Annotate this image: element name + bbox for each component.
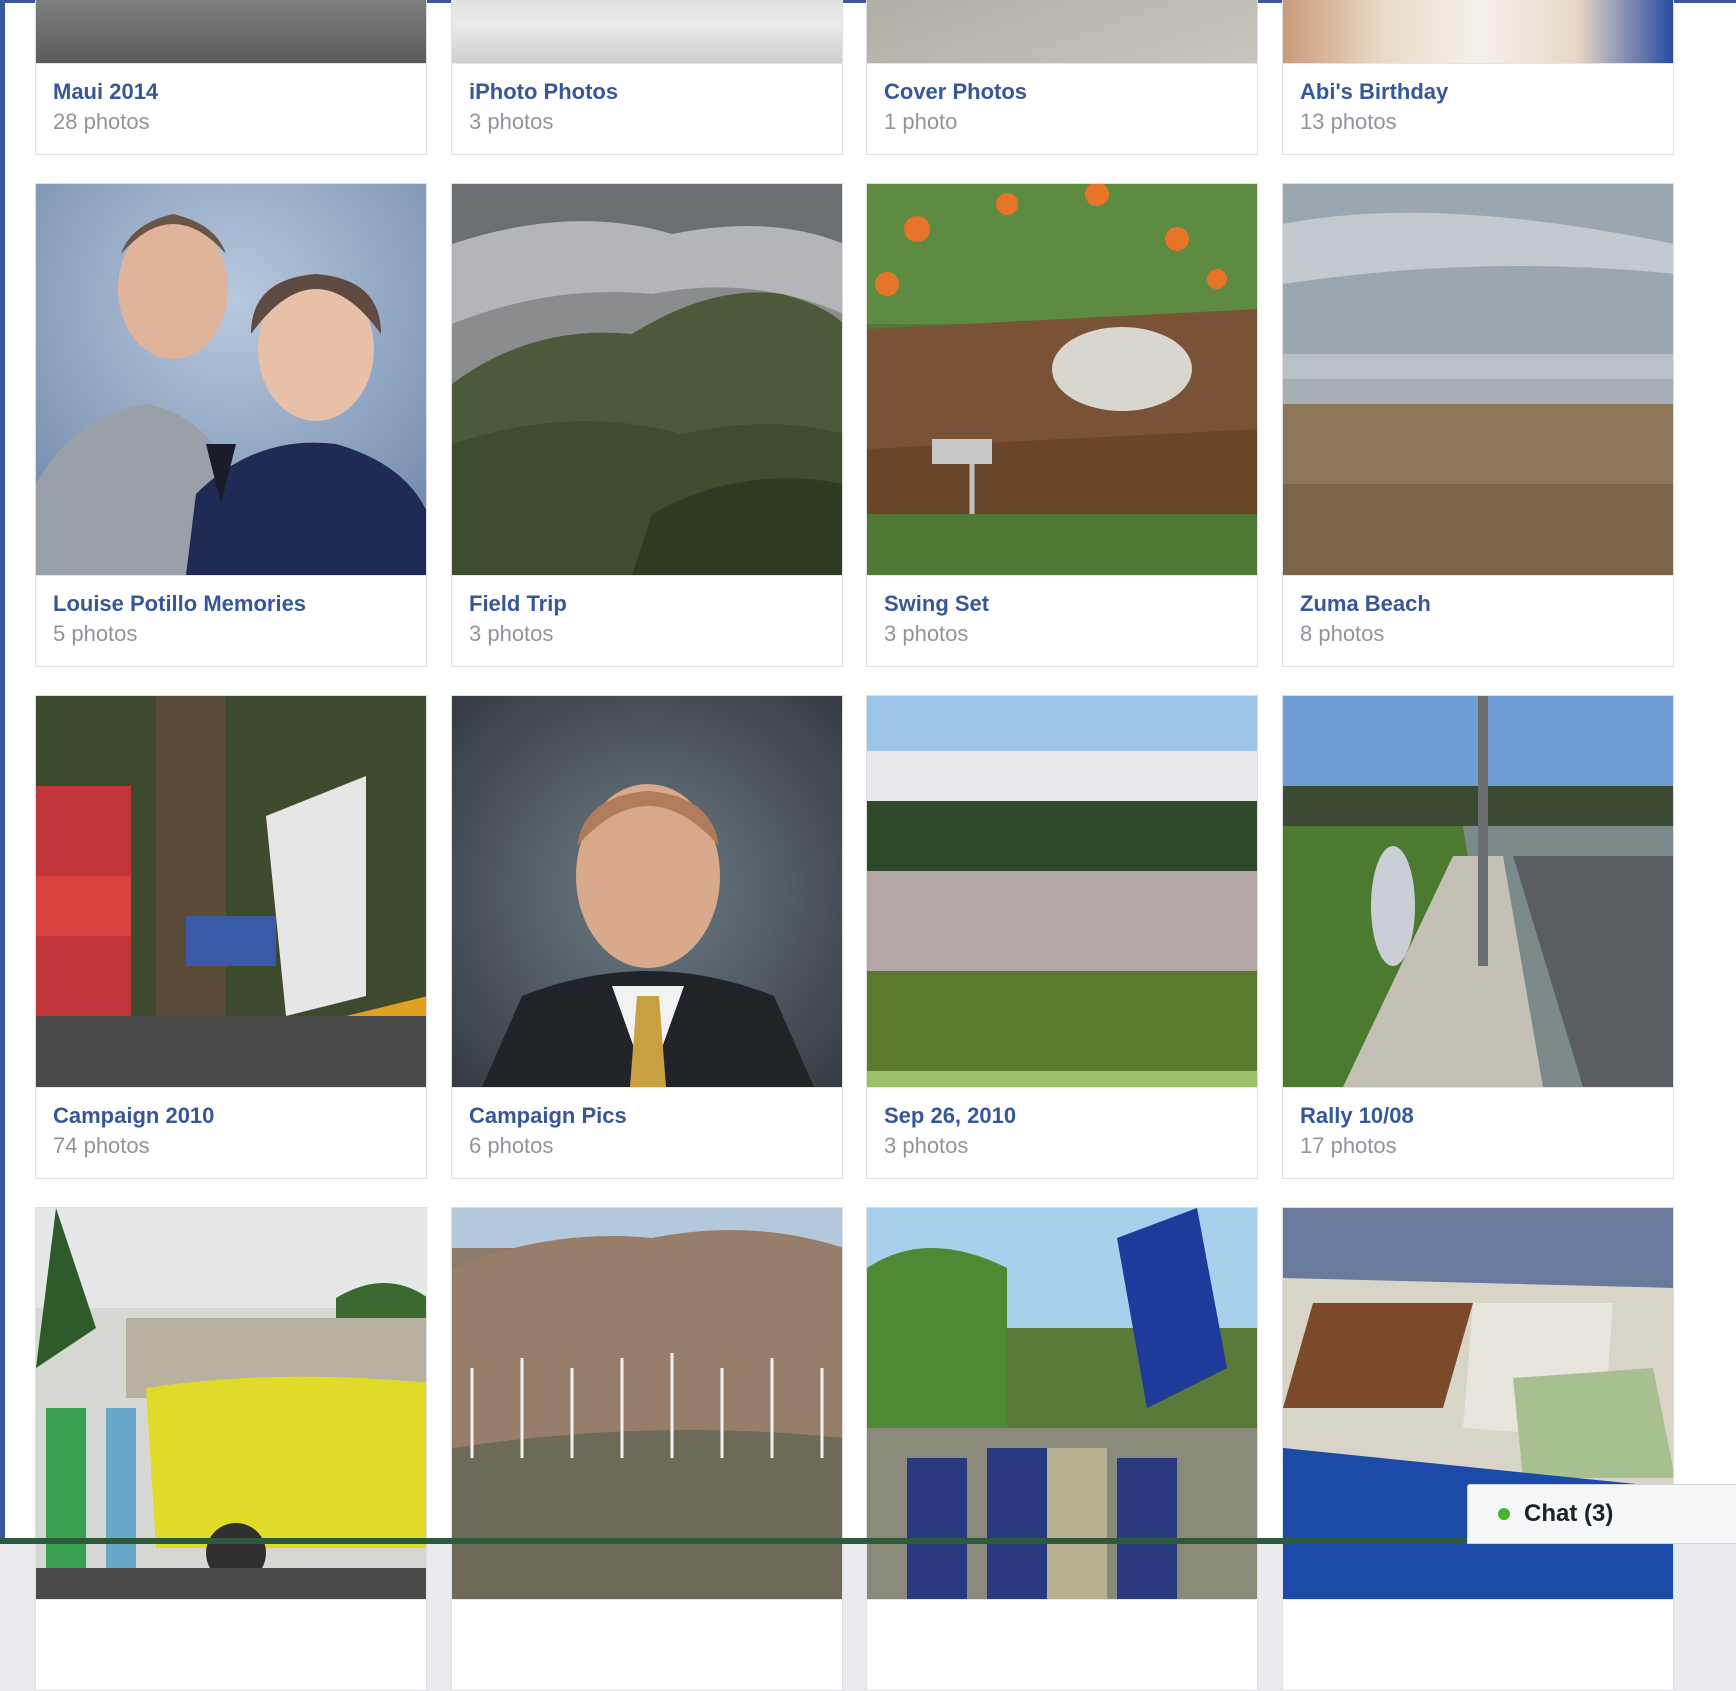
album-card[interactable]: Rally 10/08 17 photos [1282, 695, 1674, 1179]
chat-label: Chat (3) [1524, 1500, 1614, 1527]
album-photo-count: 8 photos [1300, 621, 1385, 646]
album-caption: Cover Photos 1 photo [867, 63, 1257, 154]
album-card[interactable]: Sep 26, 2010 3 photos [866, 695, 1258, 1179]
album-photo-count: 3 photos [884, 621, 969, 646]
album-title[interactable]: Campaign 2010 [53, 1101, 409, 1131]
album-card[interactable]: Zuma Beach 8 photos [1282, 183, 1674, 667]
album-card[interactable]: Campaign Pics 6 photos [451, 695, 843, 1179]
album-card[interactable]: Cover Photos 1 photo [866, 0, 1258, 155]
album-caption: Field Trip 3 photos [452, 575, 842, 666]
album-caption: Abi's Birthday 13 photos [1283, 63, 1673, 154]
album-title[interactable]: Zuma Beach [1300, 589, 1656, 619]
album-photo-count: 17 photos [1300, 1133, 1397, 1158]
album-thumbnail[interactable] [36, 184, 426, 575]
album-card[interactable] [1282, 1207, 1674, 1691]
album-card[interactable]: Swing Set 3 photos [866, 183, 1258, 667]
album-title[interactable]: Cover Photos [884, 77, 1240, 107]
album-caption: Campaign 2010 74 photos [36, 1087, 426, 1178]
album-thumbnail[interactable] [452, 696, 842, 1087]
album-photo-count: 6 photos [469, 1133, 554, 1158]
album-caption: Sep 26, 2010 3 photos [867, 1087, 1257, 1178]
album-card[interactable]: iPhoto Photos 3 photos [451, 0, 843, 155]
album-title[interactable]: Campaign Pics [469, 1101, 825, 1131]
album-photo-count: 3 photos [469, 109, 554, 134]
album-caption: Louise Potillo Memories 5 photos [36, 575, 426, 666]
album-caption [452, 1599, 842, 1690]
chat-button[interactable]: Chat (3) [1467, 1484, 1736, 1544]
album-title[interactable]: Rally 10/08 [1300, 1101, 1656, 1131]
album-title[interactable]: Field Trip [469, 589, 825, 619]
album-card[interactable] [35, 1207, 427, 1691]
album-title[interactable]: Swing Set [884, 589, 1240, 619]
album-thumbnail[interactable] [867, 0, 1257, 63]
album-thumbnail[interactable] [867, 696, 1257, 1087]
album-thumbnail[interactable] [452, 184, 842, 575]
album-title[interactable]: Louise Potillo Memories [53, 589, 409, 619]
album-caption: Zuma Beach 8 photos [1283, 575, 1673, 666]
album-caption [36, 1599, 426, 1690]
album-caption [1283, 1599, 1673, 1690]
album-card[interactable]: Maui 2014 28 photos [35, 0, 427, 155]
album-photo-count: 3 photos [469, 621, 554, 646]
online-status-icon [1498, 1508, 1510, 1520]
album-title[interactable]: Maui 2014 [53, 77, 409, 107]
album-thumbnail[interactable] [1283, 184, 1673, 575]
album-thumbnail[interactable] [1283, 0, 1673, 63]
album-title[interactable]: iPhoto Photos [469, 77, 825, 107]
album-title[interactable]: Abi's Birthday [1300, 77, 1656, 107]
album-photo-count: 28 photos [53, 109, 150, 134]
album-card[interactable] [866, 1207, 1258, 1691]
album-title[interactable]: Sep 26, 2010 [884, 1101, 1240, 1131]
album-card[interactable]: Campaign 2010 74 photos [35, 695, 427, 1179]
album-caption: iPhoto Photos 3 photos [452, 63, 842, 154]
album-caption: Maui 2014 28 photos [36, 63, 426, 154]
album-card[interactable] [451, 1207, 843, 1691]
album-photo-count: 1 photo [884, 109, 958, 134]
album-photo-count: 13 photos [1300, 109, 1397, 134]
album-caption [867, 1599, 1257, 1690]
album-card[interactable]: Abi's Birthday 13 photos [1282, 0, 1674, 155]
album-grid: Maui 2014 28 photos iPhoto Photos 3 phot… [0, 0, 1736, 1691]
album-photo-count: 74 photos [53, 1133, 150, 1158]
album-photo-count: 5 photos [53, 621, 138, 646]
album-thumbnail[interactable] [36, 0, 426, 63]
album-caption: Campaign Pics 6 photos [452, 1087, 842, 1178]
album-photo-count: 3 photos [884, 1133, 969, 1158]
album-thumbnail[interactable] [36, 696, 426, 1087]
album-card[interactable]: Louise Potillo Memories 5 photos [35, 183, 427, 667]
album-caption: Rally 10/08 17 photos [1283, 1087, 1673, 1178]
album-thumbnail[interactable] [452, 0, 842, 63]
album-thumbnail[interactable] [1283, 696, 1673, 1087]
album-thumbnail[interactable] [867, 184, 1257, 575]
album-caption: Swing Set 3 photos [867, 575, 1257, 666]
album-card[interactable]: Field Trip 3 photos [451, 183, 843, 667]
